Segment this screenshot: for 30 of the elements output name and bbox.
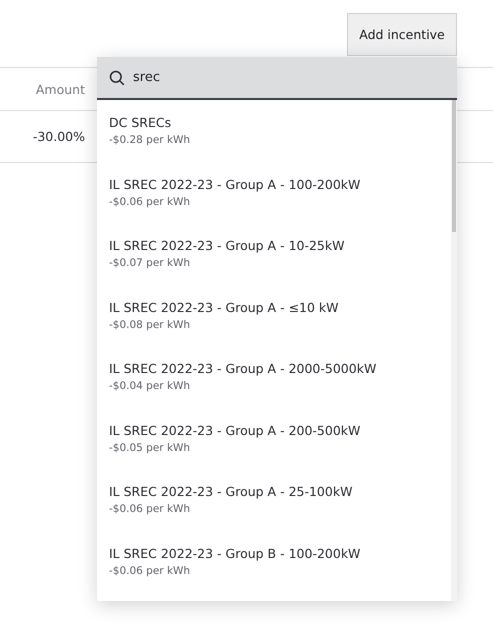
option-rate: -$0.28 per kWh	[109, 134, 190, 146]
option-title: IL SREC 2022-23 - Group A - 100-200kW	[109, 176, 360, 192]
add-incentive-button[interactable]: Add incentive	[347, 13, 457, 56]
option-title: IL SREC 2022-23 - Group B - 100-200kW	[109, 546, 360, 560]
option-title: IL SREC 2022-23 - Group A - 25-100kW	[109, 484, 352, 499]
option-item[interactable]: IL SREC 2022-23 - Group B - 100-200kW -$0.06 per kWh	[97, 540, 451, 601]
option-item[interactable]: IL SREC 2022-23 - Group A - 2000-5000kW -$0.04 per kWh	[97, 355, 451, 416]
option-item[interactable]: IL SREC 2022-23 - Group A - 200-500kW -$0.05 per kWh	[97, 416, 451, 478]
option-title: IL SREC 2022-23 - Group A - ≤10 kW	[109, 300, 339, 314]
option-rate: -$0.06 per kWh	[109, 503, 190, 515]
column-header: Amount	[34, 82, 85, 96]
option-rate: -$0.04 per kWh	[109, 380, 190, 392]
option-rate: -$0.06 per kWh	[109, 564, 190, 576]
option-title: DC SRECs	[109, 115, 172, 130]
option-rate: -$0.07 per kWh	[109, 257, 190, 269]
option-item[interactable]: IL SREC 2022-23 - Group A - 10-25kW -$0.07 per kWh	[97, 232, 451, 294]
search-icon	[109, 70, 125, 86]
option-rate: -$0.06 per kWh	[109, 196, 190, 208]
option-item[interactable]: IL SREC 2022-23 - Group A - 100-200kW -$0.06 per kWh	[97, 170, 451, 232]
option-title: IL SREC 2022-23 - Group A - 200-500kW	[109, 422, 360, 438]
scrollbar-thumb[interactable]	[452, 100, 456, 232]
table-cell-text: -30.00%	[32, 129, 85, 144]
option-item[interactable]: DC SRECs -$0.28 per kWh	[97, 109, 451, 170]
option-title: IL SREC 2022-23 - Group A - 10-25kW	[109, 238, 344, 253]
option-rate: -$0.05 per kWh	[109, 442, 190, 454]
search-field[interactable]: srec	[97, 57, 457, 100]
option-rate: -$0.08 per kWh	[109, 318, 190, 330]
option-item[interactable]: IL SREC 2022-23 - Group A - 25-100kW -$0.06 per kWh	[97, 478, 451, 540]
option-title: IL SREC 2022-23 - Group A - 2000-5000kW	[109, 361, 376, 376]
option-item[interactable]: IL SREC 2022-23 - Group A - ≤10 kW -$0.08 per kWh	[97, 294, 451, 355]
